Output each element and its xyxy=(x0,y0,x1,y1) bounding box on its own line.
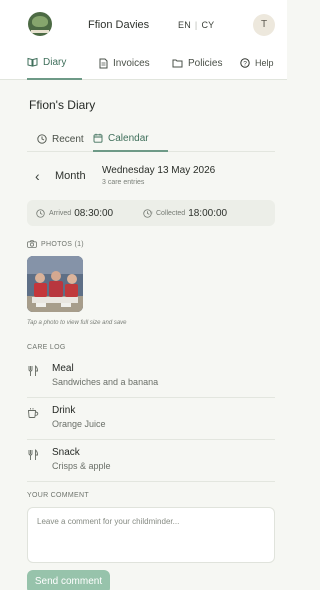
arrived-time: Arrived 08:30:00 xyxy=(36,200,113,226)
cup-icon xyxy=(28,408,39,418)
care-log-title: Snack xyxy=(52,447,80,458)
care-log-heading: CARE LOG xyxy=(27,344,66,351)
care-log-title: Meal xyxy=(52,363,74,374)
care-log-detail: Sandwiches and a banana xyxy=(52,377,159,387)
divider xyxy=(27,481,275,482)
tab-calendar-label: Calendar xyxy=(108,132,149,144)
diary-view-tabs: Recent Calendar xyxy=(27,126,275,152)
comment-input[interactable] xyxy=(27,507,275,563)
photo-hint: Tap a photo to view full size and save xyxy=(27,320,127,326)
tab-invoices[interactable]: Invoices xyxy=(99,46,150,80)
document-icon xyxy=(99,58,108,68)
lang-cy-link[interactable]: CY xyxy=(201,20,214,30)
photos-heading-label: PHOTOS (1) xyxy=(41,240,84,248)
date-navigator: ‹ Month Wednesday 13 May 2026 3 care ent… xyxy=(27,162,275,192)
folder-icon xyxy=(172,59,183,68)
period-toggle[interactable]: Month xyxy=(55,170,86,182)
care-log-title: Drink xyxy=(52,405,76,416)
tab-recent[interactable]: Recent xyxy=(37,126,84,152)
care-log-item: Meal Sandwiches and a banana xyxy=(27,360,275,400)
cutlery-icon xyxy=(28,449,38,460)
page-title: Ffion's Diary xyxy=(29,98,96,112)
collected-label: Collected xyxy=(156,209,186,217)
tab-recent-label: Recent xyxy=(52,133,84,145)
cutlery-icon xyxy=(28,365,38,376)
care-log-item: Snack Crisps & apple xyxy=(27,444,275,484)
tab-help-label: Help xyxy=(255,58,274,68)
divider xyxy=(27,439,275,440)
care-log-detail: Crisps & apple xyxy=(52,461,111,471)
clock-icon xyxy=(37,134,47,144)
clock-icon xyxy=(143,208,152,218)
chevron-left-icon[interactable]: ‹ xyxy=(35,169,47,183)
calendar-icon xyxy=(93,133,103,143)
book-icon xyxy=(27,57,38,67)
tab-invoices-label: Invoices xyxy=(113,57,150,69)
divider xyxy=(27,397,275,398)
photo-thumbnail[interactable] xyxy=(27,256,83,312)
collected-value: 18:00:00 xyxy=(188,207,228,219)
language-switcher: EN | CY xyxy=(178,20,214,30)
tab-calendar[interactable]: Calendar xyxy=(93,126,168,152)
lang-separator: | xyxy=(194,20,198,30)
comment-heading: YOUR COMMENT xyxy=(27,492,89,499)
attendance-times: Arrived 08:30:00 Collected 18:00:00 xyxy=(27,200,275,226)
entry-count: 3 care entries xyxy=(102,179,145,186)
user-name: Ffion Davies xyxy=(88,19,150,31)
tab-diary[interactable]: Diary xyxy=(27,46,82,80)
svg-text:?: ? xyxy=(243,61,247,68)
collected-time: Collected 18:00:00 xyxy=(143,200,227,226)
care-log-item: Drink Orange Juice xyxy=(27,402,275,442)
help-icon: ? xyxy=(240,58,250,68)
arrived-label: Arrived xyxy=(49,209,72,217)
tab-policies[interactable]: Policies xyxy=(172,46,222,80)
main-nav: Diary Invoices Policies ? Help xyxy=(0,46,287,80)
lang-en-link[interactable]: EN xyxy=(178,20,191,30)
clock-icon xyxy=(36,208,45,218)
tab-help[interactable]: ? Help xyxy=(240,46,274,80)
tab-diary-label: Diary xyxy=(43,56,67,68)
photos-heading: PHOTOS (1) xyxy=(27,238,84,250)
care-log-detail: Orange Juice xyxy=(52,419,106,429)
photo-image xyxy=(27,256,83,312)
send-comment-button[interactable]: Send comment xyxy=(27,570,110,590)
tab-policies-label: Policies xyxy=(188,57,223,69)
avatar[interactable]: T xyxy=(253,14,275,36)
logo[interactable] xyxy=(28,12,52,36)
camera-icon xyxy=(27,240,37,248)
selected-date: Wednesday 13 May 2026 xyxy=(102,165,216,176)
arrived-value: 08:30:00 xyxy=(74,207,114,219)
app-header: Ffion Davies EN | CY T xyxy=(0,0,287,46)
